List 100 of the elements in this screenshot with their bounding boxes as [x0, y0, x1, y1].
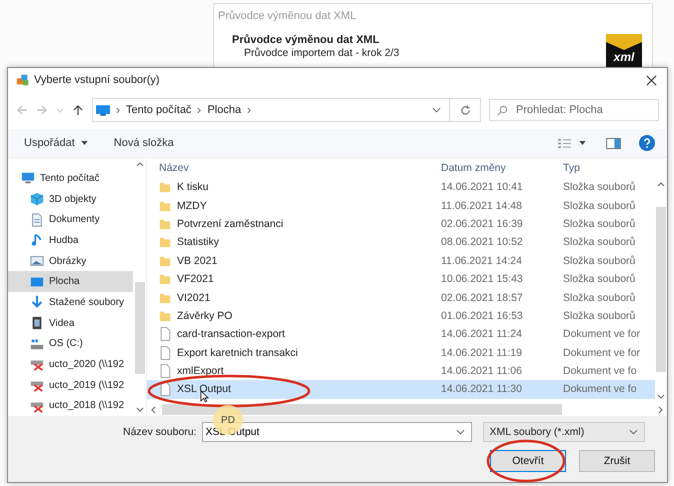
caret-icon[interactable] [579, 141, 586, 145]
file-type: Složka souborů [562, 181, 636, 194]
file-row[interactable]: VB 2021 11.06.2021 14:24 Složka souborů [147, 252, 655, 270]
file-type: Složka souborů [562, 218, 636, 230]
wizard-subtitle: Průvodce importem dat - krok 2/3 [243, 47, 400, 59]
sidebar-item[interactable]: ucto_2019 (\\192 [8, 374, 133, 396]
folder-icon [159, 290, 171, 305]
folder-icon [159, 198, 171, 213]
sidebar-item[interactable]: Dokumenty [8, 209, 133, 230]
file-date: 14.06.2021 11:19 [440, 346, 523, 359]
preview-pane-icon[interactable] [606, 138, 621, 148]
file-row[interactable]: K tisku 14.06.2021 10:41 Složka souborů [147, 178, 655, 196]
sidebar-item[interactable]: ucto_2020 (\\192 [8, 354, 133, 375]
dropdown-caret-icon[interactable] [456, 429, 465, 435]
folder-icon [159, 216, 171, 231]
file-row[interactable]: VF2021 10.06.2021 15:43 Složka souborů [147, 270, 655, 288]
file-type-dropdown[interactable]: XML soubory (*.xml) [482, 422, 645, 442]
file-name: MZDY [177, 200, 207, 212]
file-date: 10.06.2021 15:43 [440, 273, 524, 286]
film-icon [30, 316, 44, 330]
caret-icon[interactable] [80, 141, 88, 145]
file-type: Složka souborů [562, 310, 636, 322]
folder-icon [159, 235, 171, 250]
monitor-icon [30, 274, 44, 289]
monitor-icon [96, 104, 110, 116]
sidebar-item[interactable]: Hudba [8, 230, 133, 251]
file-name: K tisku [177, 181, 209, 194]
cancel-button[interactable]: Zrušit [579, 450, 655, 472]
refresh-icon[interactable] [460, 104, 470, 116]
scroll-up-icon[interactable] [657, 182, 665, 187]
cube-icon [30, 192, 44, 206]
file-row[interactable]: Závěrky PO 01.06.2021 16:53 Složka souborů [147, 306, 655, 326]
dropdown-caret-icon[interactable] [432, 107, 441, 113]
file-row[interactable]: xmlExport 14.06.2021 11:06 Dokument ve fo [147, 362, 655, 380]
file-type: Složka souborů [562, 273, 636, 286]
file-row[interactable]: VI2021 02.06.2021 18:57 Složka souborů [147, 288, 655, 307]
dropdown-caret-icon[interactable] [628, 429, 638, 435]
file-name: card-transaction-export [177, 328, 285, 340]
open-button[interactable]: Otevřít [490, 450, 566, 472]
filename-label: Název souboru: [123, 426, 197, 438]
close-icon[interactable] [646, 74, 657, 86]
chevron-right-icon[interactable] [247, 106, 252, 114]
refresh-button[interactable] [449, 98, 481, 122]
column-header[interactable]: Datum změny [433, 162, 559, 174]
up-arrow-icon[interactable] [72, 104, 84, 116]
help-icon[interactable] [639, 135, 655, 151]
file-date: 14.06.2021 11:30 [440, 383, 523, 396]
file-row[interactable]: XSL Output 14.06.2021 11:30 Dokument ve fo [147, 380, 655, 399]
file-name: Potvrzení zaměstnanci [177, 218, 284, 230]
breadcrumb-item[interactable]: Plocha [207, 104, 242, 116]
file-type: Dokument ve for [562, 328, 642, 340]
file-date: 08.06.2021 10:52 [440, 236, 524, 248]
window-title: Průvodce výměnou dat XML [217, 9, 358, 24]
scroll-right-icon[interactable] [658, 406, 663, 414]
scroll-down-icon[interactable] [136, 407, 144, 412]
file-row[interactable]: card-transaction-export 14.06.2021 11:24 Dokument ve for [147, 325, 655, 344]
column-header[interactable]: Typ [559, 162, 651, 174]
search-icon [497, 105, 508, 116]
scroll-left-icon[interactable] [151, 406, 156, 414]
file-name: VB 2021 [177, 254, 218, 267]
sidebar-item[interactable]: ucto_2018 (\\192 [8, 395, 133, 416]
chevron-right-icon[interactable] [116, 106, 120, 114]
address-bar[interactable]: Tento počítač Plocha [92, 98, 450, 122]
new-folder-button[interactable]: Nová složka [114, 137, 174, 149]
folder-icon [159, 272, 171, 286]
file-row[interactable]: Export karetnich transakci 14.06.2021 11:19 Dokument ve for [147, 344, 655, 362]
file-date: 14.06.2021 11:24 [440, 328, 523, 340]
file-name: VI2021 [177, 292, 210, 304]
file-name: Export karetnich transakci [177, 346, 298, 359]
column-header[interactable]: Název [147, 162, 433, 174]
file-icon [159, 327, 171, 342]
file-row[interactable]: Statistiky 08.06.2021 10:52 Složka souborů [147, 233, 655, 252]
breadcrumb-item[interactable]: Tento počítač [126, 104, 192, 116]
dialog-title: Vyberte vstupní soubor(y) [34, 74, 160, 86]
drive-icon [30, 336, 44, 351]
file-row[interactable]: MZDY 11.06.2021 14:48 Složka souborů [147, 196, 655, 215]
sidebar-item[interactable]: OS (C:) [8, 333, 133, 354]
sidebar-item[interactable]: Videa [8, 312, 133, 334]
organize-menu[interactable]: Uspořádat [24, 137, 75, 149]
download-arrow-icon [30, 295, 44, 310]
scroll-up-icon[interactable] [136, 162, 144, 167]
sidebar-item[interactable]: Tento počítač [8, 168, 133, 189]
folder-icon [159, 254, 171, 268]
sidebar-item[interactable]: 3D objekty [8, 188, 133, 210]
file-name: Závěrky PO [177, 310, 232, 322]
scroll-down-icon[interactable] [657, 394, 665, 399]
file-icon [159, 382, 171, 396]
file-type: Složka souborů [562, 236, 636, 248]
view-list-icon[interactable] [558, 138, 573, 148]
file-date: 02.06.2021 16:39 [440, 218, 524, 230]
image-icon [30, 254, 44, 268]
file-row[interactable]: Potvrzení zaměstnanci 02.06.2021 16:39 Složka souborů [147, 214, 655, 234]
folder-icon [159, 308, 171, 323]
music-note-icon [30, 233, 44, 248]
sidebar-item[interactable]: Stažené soubory [8, 292, 133, 313]
search-field[interactable]: Prohledat: Plocha [489, 99, 659, 121]
filename-field[interactable]: XSL Output [202, 422, 472, 442]
sidebar-item[interactable]: Obrázky [8, 250, 133, 272]
chevron-right-icon[interactable] [197, 106, 202, 114]
sidebar-item[interactable]: Plocha [8, 271, 133, 292]
